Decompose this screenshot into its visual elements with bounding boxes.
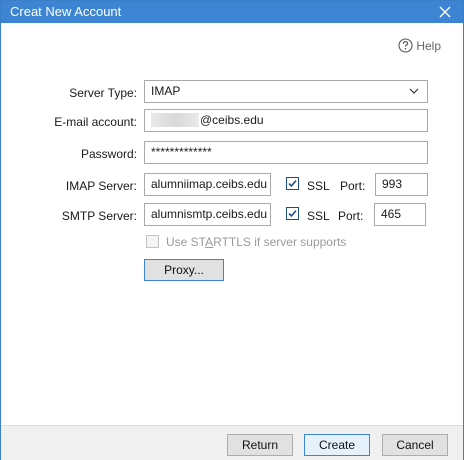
starttls-label-mnemonic: A	[205, 235, 214, 249]
smtp-port-field[interactable]: 465	[374, 203, 426, 226]
server-type-value: IMAP	[151, 84, 181, 98]
smtp-server-label: SMTP Server:	[61, 209, 137, 223]
dialog-title: Creat New Account	[10, 4, 122, 19]
email-field[interactable]: @ceibs.edu	[144, 109, 428, 132]
smtp-server-field[interactable]: alumnismtp.ceibs.edu	[144, 203, 271, 226]
create-button[interactable]: Create	[304, 434, 370, 456]
imap-server-field[interactable]: alumniimap.ceibs.edu	[144, 173, 271, 196]
help-icon	[398, 38, 413, 53]
redacted-username	[151, 113, 199, 127]
server-type-select[interactable]: IMAP	[144, 80, 428, 103]
smtp-ssl-label: SSL	[307, 209, 330, 223]
help-label: Help	[416, 38, 441, 53]
smtp-ssl-checkbox[interactable]	[286, 207, 299, 220]
return-button[interactable]: Return	[227, 434, 293, 456]
help-link[interactable]: Help	[398, 38, 441, 53]
starttls-label-part: Use ST	[166, 235, 206, 249]
smtp-port-value: 465	[381, 207, 402, 221]
starttls-label: Use STARTTLS if server supports	[166, 235, 346, 249]
cancel-button[interactable]: Cancel	[382, 434, 448, 456]
imap-port-field[interactable]: 993	[375, 173, 428, 196]
chevron-down-icon	[409, 88, 419, 94]
password-field[interactable]: *************	[144, 141, 428, 164]
imap-port-value: 993	[382, 177, 403, 191]
close-icon	[439, 6, 451, 18]
checkmark-icon	[288, 180, 297, 188]
starttls-checkbox[interactable]	[146, 235, 159, 248]
server-type-label: Server Type:	[69, 86, 137, 100]
imap-port-label: Port:	[340, 179, 366, 193]
imap-server-label: IMAP Server:	[65, 179, 137, 193]
imap-ssl-checkbox[interactable]	[286, 177, 299, 190]
create-account-dialog: Creat New Account Help Server Type: IMAP…	[0, 0, 464, 460]
dialog-footer: Return Create Cancel	[1, 425, 463, 460]
password-value: *************	[151, 145, 212, 159]
email-label: E-mail account:	[54, 115, 137, 129]
smtp-port-label: Port:	[338, 209, 364, 223]
checkmark-icon	[288, 210, 297, 218]
starttls-label-rest: RTTLS if server supports	[213, 235, 347, 249]
imap-server-value: alumniimap.ceibs.edu	[151, 177, 268, 191]
password-label: Password:	[80, 147, 137, 161]
email-domain: @ceibs.edu	[200, 113, 264, 127]
title-bar: Creat New Account	[1, 1, 463, 23]
proxy-button[interactable]: Proxy...	[144, 259, 224, 281]
imap-ssl-label: SSL	[307, 179, 330, 193]
smtp-server-value: alumnismtp.ceibs.edu	[151, 207, 268, 221]
close-button[interactable]	[427, 1, 463, 23]
